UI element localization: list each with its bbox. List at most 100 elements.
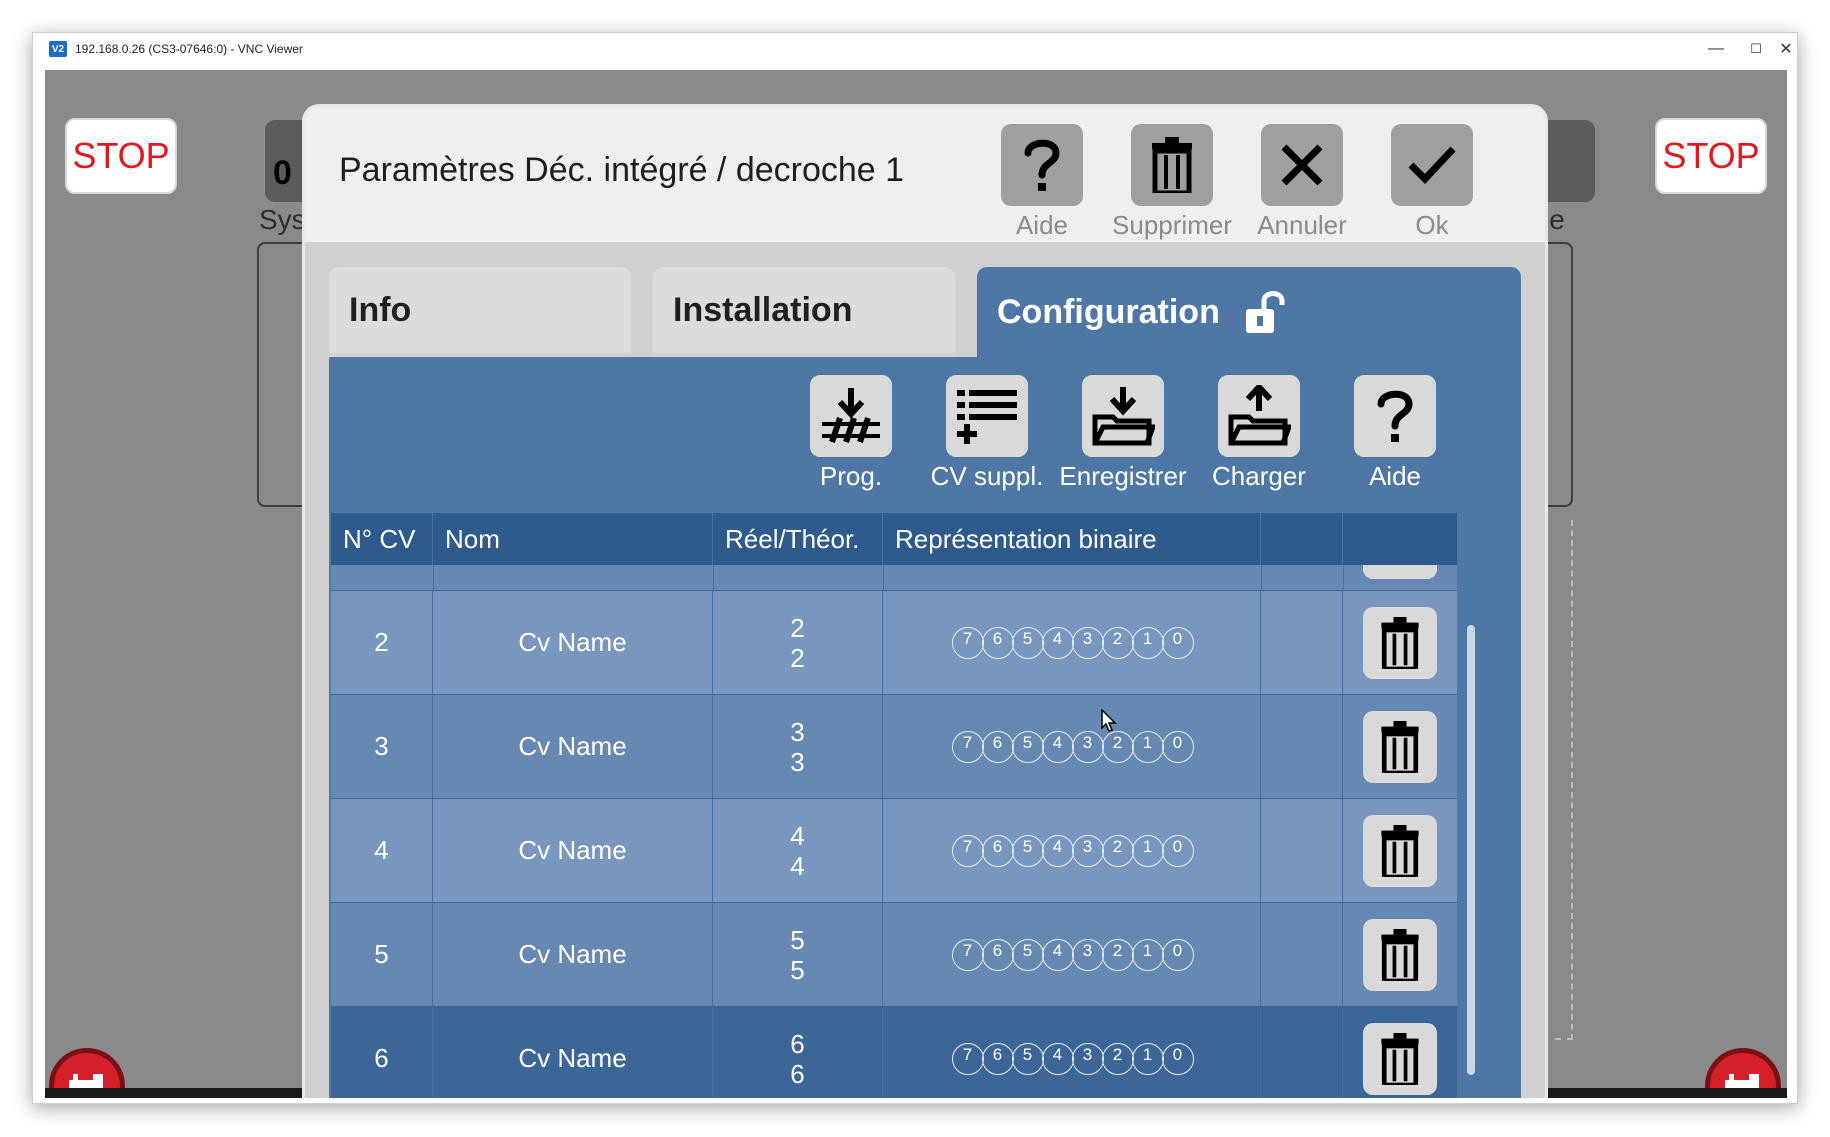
cv-suppl-tile[interactable] xyxy=(946,375,1028,457)
bit-1[interactable]: 1 xyxy=(1131,938,1164,971)
cv-suppl-button[interactable]: CV suppl. xyxy=(919,375,1055,492)
bit-0[interactable]: 0 xyxy=(1161,730,1194,763)
delete-row-button[interactable] xyxy=(1363,1022,1437,1095)
bit-3[interactable]: 3 xyxy=(1071,730,1104,763)
bit-0[interactable]: 0 xyxy=(1161,626,1194,659)
vnc-viewer-window: V2 192.168.0.26 (CS3-07646:0) - VNC View… xyxy=(32,32,1798,1104)
bit-2[interactable]: 2 xyxy=(1101,1042,1134,1075)
save-folder-icon xyxy=(1092,387,1155,446)
tab-installation-label: Installation xyxy=(673,290,853,329)
delete-row-button[interactable] xyxy=(1363,710,1437,783)
bit-4[interactable]: 4 xyxy=(1041,730,1074,763)
table-row[interactable]: 5 Cv Name 5 5 7 6 5 4 3 2 1 0 xyxy=(331,903,1457,1007)
header-help-button[interactable]: Aide xyxy=(977,124,1107,241)
bit-3[interactable]: 3 xyxy=(1071,626,1104,659)
delete-tile[interactable] xyxy=(1131,124,1213,206)
header-cancel-button[interactable]: Annuler xyxy=(1237,124,1367,241)
toolbar-help-button[interactable]: Aide xyxy=(1327,375,1463,492)
ok-tile[interactable] xyxy=(1391,124,1473,206)
actions-cell xyxy=(1343,591,1457,694)
bit-3[interactable]: 3 xyxy=(1071,938,1104,971)
bit-6[interactable]: 6 xyxy=(981,626,1014,659)
table-row[interactable]: 4 Cv Name 4 4 7 6 5 4 3 2 1 0 xyxy=(331,799,1457,903)
bit-5[interactable]: 5 xyxy=(1011,834,1044,867)
cancel-tile[interactable] xyxy=(1261,124,1343,206)
save-button[interactable]: Enregistrer xyxy=(1055,375,1191,492)
bit-7[interactable]: 7 xyxy=(951,626,984,659)
table-scrollbar[interactable] xyxy=(1467,625,1475,1075)
theor-value: 6 xyxy=(790,1058,805,1089)
table-row[interactable]: 2 Cv Name 2 2 7 6 5 4 3 2 1 0 xyxy=(331,591,1457,695)
window-close-button[interactable]: ✕ xyxy=(1773,33,1797,65)
column-header-real-theor: Réel/Théor. xyxy=(713,513,883,565)
real-theor-cell: 2 2 xyxy=(713,591,883,694)
delete-row-button[interactable] xyxy=(1363,606,1437,679)
bit-1[interactable]: 1 xyxy=(1131,834,1164,867)
tab-configuration[interactable]: Configuration xyxy=(977,267,1521,357)
bit-4[interactable]: 4 xyxy=(1041,938,1074,971)
bit-6[interactable]: 6 xyxy=(981,938,1014,971)
prog-button[interactable]: Prog. xyxy=(783,375,919,492)
bit-2[interactable]: 2 xyxy=(1101,938,1134,971)
bit-0[interactable]: 0 xyxy=(1161,938,1194,971)
bit-2[interactable]: 2 xyxy=(1101,730,1134,763)
bit-6[interactable]: 6 xyxy=(981,730,1014,763)
real-theor-cell: 6 6 xyxy=(713,1007,883,1098)
table-row-partial xyxy=(331,565,1457,591)
bit-6[interactable]: 6 xyxy=(981,834,1014,867)
bit-3[interactable]: 3 xyxy=(1071,834,1104,867)
bit-group[interactable]: 7 6 5 4 3 2 1 0 xyxy=(951,938,1194,971)
bit-group[interactable]: 7 6 5 4 3 2 1 0 xyxy=(951,834,1194,867)
header-ok-button[interactable]: Ok xyxy=(1367,124,1497,241)
prog-tile[interactable] xyxy=(810,375,892,457)
bit-5[interactable]: 5 xyxy=(1011,626,1044,659)
tab-installation[interactable]: Installation xyxy=(653,267,955,353)
table-row[interactable]: 6 Cv Name 6 6 7 6 5 4 3 2 1 0 xyxy=(331,1007,1457,1098)
bit-7[interactable]: 7 xyxy=(951,1042,984,1075)
binary-cell[interactable]: 7 6 5 4 3 2 1 0 xyxy=(883,695,1261,798)
bit-7[interactable]: 7 xyxy=(951,730,984,763)
binary-cell[interactable]: 7 6 5 4 3 2 1 0 xyxy=(883,591,1261,694)
delete-row-button[interactable] xyxy=(1363,814,1437,887)
bit-0[interactable]: 0 xyxy=(1161,834,1194,867)
binary-cell[interactable]: 7 6 5 4 3 2 1 0 xyxy=(883,1007,1261,1098)
bit-4[interactable]: 4 xyxy=(1041,626,1074,659)
bit-5[interactable]: 5 xyxy=(1011,730,1044,763)
unlock-icon[interactable] xyxy=(1244,289,1288,335)
delete-row-button[interactable] xyxy=(1363,918,1437,991)
bit-5[interactable]: 5 xyxy=(1011,938,1044,971)
bit-group[interactable]: 7 6 5 4 3 2 1 0 xyxy=(951,626,1194,659)
stop-button-left[interactable]: STOP xyxy=(65,118,177,194)
bit-1[interactable]: 1 xyxy=(1131,1042,1164,1075)
save-tile[interactable] xyxy=(1082,375,1164,457)
bit-0[interactable]: 0 xyxy=(1161,1042,1194,1075)
load-tile[interactable] xyxy=(1218,375,1300,457)
bit-2[interactable]: 2 xyxy=(1101,626,1134,659)
bit-7[interactable]: 7 xyxy=(951,938,984,971)
theor-value: 3 xyxy=(790,746,805,777)
binary-cell[interactable]: 7 6 5 4 3 2 1 0 xyxy=(883,799,1261,902)
load-button[interactable]: Charger xyxy=(1191,375,1327,492)
bit-2[interactable]: 2 xyxy=(1101,834,1134,867)
bit-4[interactable]: 4 xyxy=(1041,834,1074,867)
stop-button-right[interactable]: STOP xyxy=(1655,118,1767,194)
delete-row-button-partial[interactable] xyxy=(1363,565,1437,579)
table-body[interactable]: 2 Cv Name 2 2 7 6 5 4 3 2 1 0 3 Cv Name … xyxy=(331,565,1457,1098)
tab-info[interactable]: Info xyxy=(329,267,631,353)
bit-1[interactable]: 1 xyxy=(1131,730,1164,763)
bit-4[interactable]: 4 xyxy=(1041,1042,1074,1075)
configuration-panel: Prog. CV suppl. Enregistrer Charger Aide… xyxy=(329,357,1521,1098)
bit-6[interactable]: 6 xyxy=(981,1042,1014,1075)
bit-1[interactable]: 1 xyxy=(1131,626,1164,659)
header-delete-button[interactable]: Supprimer xyxy=(1107,124,1237,241)
cv-number-cell: 3 xyxy=(331,695,433,798)
binary-cell[interactable]: 7 6 5 4 3 2 1 0 xyxy=(883,903,1261,1006)
bit-group[interactable]: 7 6 5 4 3 2 1 0 xyxy=(951,1042,1194,1075)
bit-7[interactable]: 7 xyxy=(951,834,984,867)
bit-3[interactable]: 3 xyxy=(1071,1042,1104,1075)
bit-group[interactable]: 7 6 5 4 3 2 1 0 xyxy=(951,730,1194,763)
toolbar-help-tile[interactable] xyxy=(1354,375,1436,457)
table-row[interactable]: 3 Cv Name 3 3 7 6 5 4 3 2 1 0 xyxy=(331,695,1457,799)
bit-5[interactable]: 5 xyxy=(1011,1042,1044,1075)
help-tile[interactable] xyxy=(1001,124,1083,206)
